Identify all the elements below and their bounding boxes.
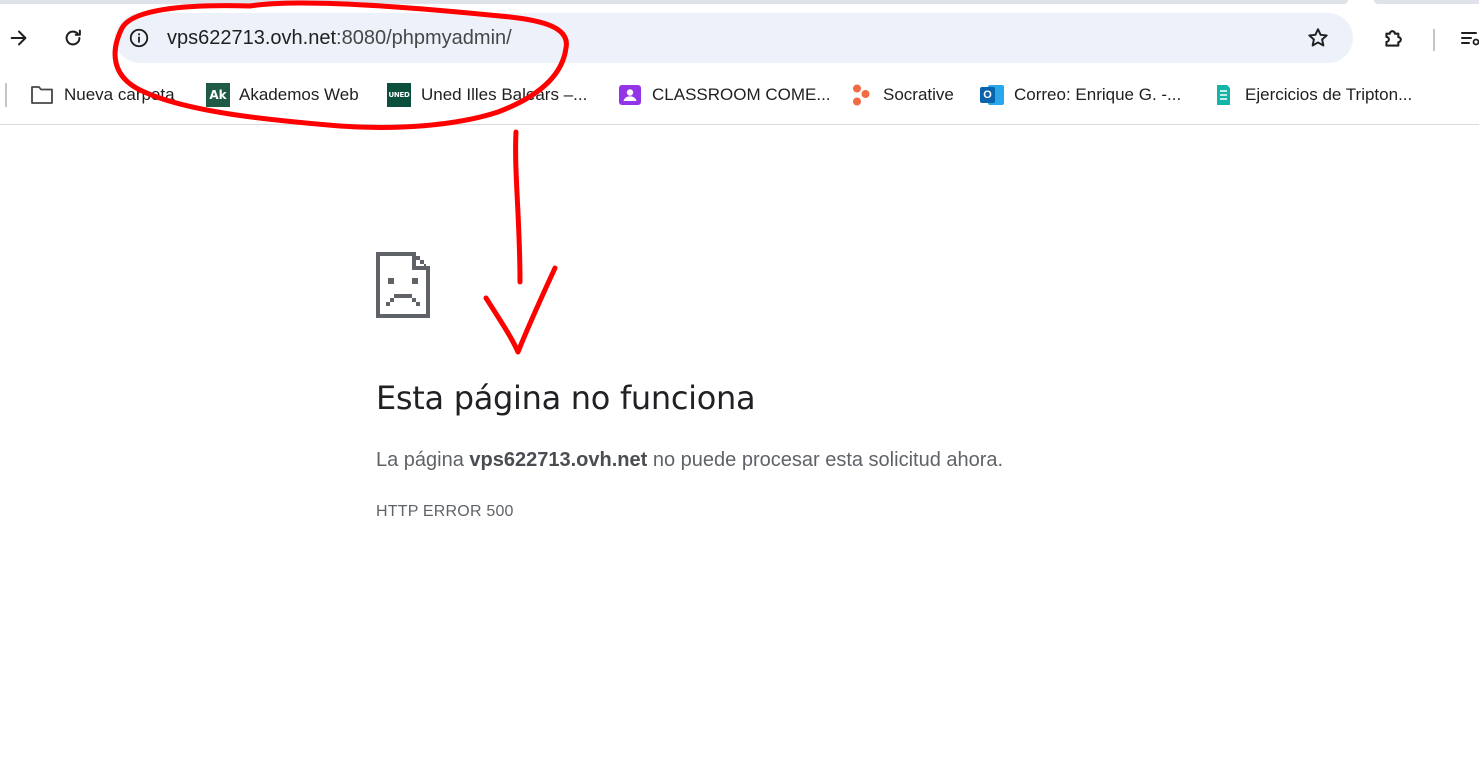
bookmark-star-button[interactable] [1300,20,1336,56]
error-title: Esta página no funciona [376,379,756,417]
site-info-button[interactable] [121,20,157,56]
bookmark-correo[interactable]: O Correo: Enrique G. -... [980,81,1181,109]
bookmark-nueva-carpeta[interactable]: Nueva carpeta [30,81,175,109]
outlook-badge: O [983,89,992,101]
bookmarks-divider [5,83,7,107]
address-path: :8080/phpmyadmin/ [336,27,512,49]
info-icon [129,28,149,48]
bookmark-label: Correo: Enrique G. -... [1014,85,1182,104]
bookmark-tripton[interactable]: Ejercicios de Tripton... [1211,81,1412,109]
extensions-button[interactable] [1376,20,1412,56]
reload-button[interactable] [55,20,91,56]
bookmark-classroom[interactable]: CLASSROOM COME... [618,81,831,109]
error-message-suffix: no puede procesar esta solicitud ahora. [647,449,1004,471]
uned-badge: UNED [388,91,410,99]
folder-icon [30,83,54,107]
outlook-icon: O [980,83,1004,107]
star-icon [1308,28,1328,47]
bookmarks-bar: Nueva carpeta Ak Akademos Web UNED Uned … [0,71,1479,125]
address-text[interactable]: vps622713.ovh.net:8080/phpmyadmin/ [167,26,512,50]
error-message-prefix: La página [376,449,470,471]
akademos-icon: Ak [206,83,230,107]
puzzle-icon [1385,30,1402,47]
bookmark-label: Akademos Web [239,85,359,104]
error-message-host: vps622713.ovh.net [469,449,648,471]
address-host: vps622713.ovh.net [167,27,337,49]
reload-icon [65,29,81,46]
reading-list-button[interactable] [1452,20,1479,56]
socrative-icon [849,83,873,107]
uned-icon: UNED [387,83,411,107]
bookmark-label: Uned Illes Balears –... [421,85,588,104]
tripton-icon [1211,83,1235,107]
bookmark-uned[interactable]: UNED Uned Illes Balears –... [387,81,587,109]
active-tab-edge [0,0,1348,4]
outlook-badge-box: O [980,87,995,103]
red-arrow-shaft [513,129,523,285]
error-code: HTTP ERROR 500 [376,503,514,520]
reading-list-icon [1461,32,1479,46]
other-tab-edge [1374,0,1479,4]
bookmark-label: Nueva carpeta [64,85,175,104]
akademos-badge: Ak [209,88,227,102]
bookmark-label: Socrative [883,85,954,104]
toolbar-divider [1433,29,1435,51]
forward-button[interactable] [1,20,37,56]
classroom-icon [618,83,642,107]
bookmark-label: Ejercicios de Tripton... [1245,85,1413,104]
bookmark-label: CLASSROOM COME... [652,85,831,104]
address-bar[interactable]: vps622713.ovh.net:8080/phpmyadmin/ [115,13,1353,63]
bookmark-socrative[interactable]: Socrative [849,81,954,109]
error-message: La página vps622713.ovh.net no puede pro… [376,446,1003,474]
red-arrow-head [483,265,558,355]
browser-toolbar: vps622713.ovh.net:8080/phpmyadmin/ [0,5,1479,71]
bookmark-akademos-web[interactable]: Ak Akademos Web [206,81,359,109]
sad-page-icon [376,252,430,318]
arrow-right-icon [10,30,27,46]
